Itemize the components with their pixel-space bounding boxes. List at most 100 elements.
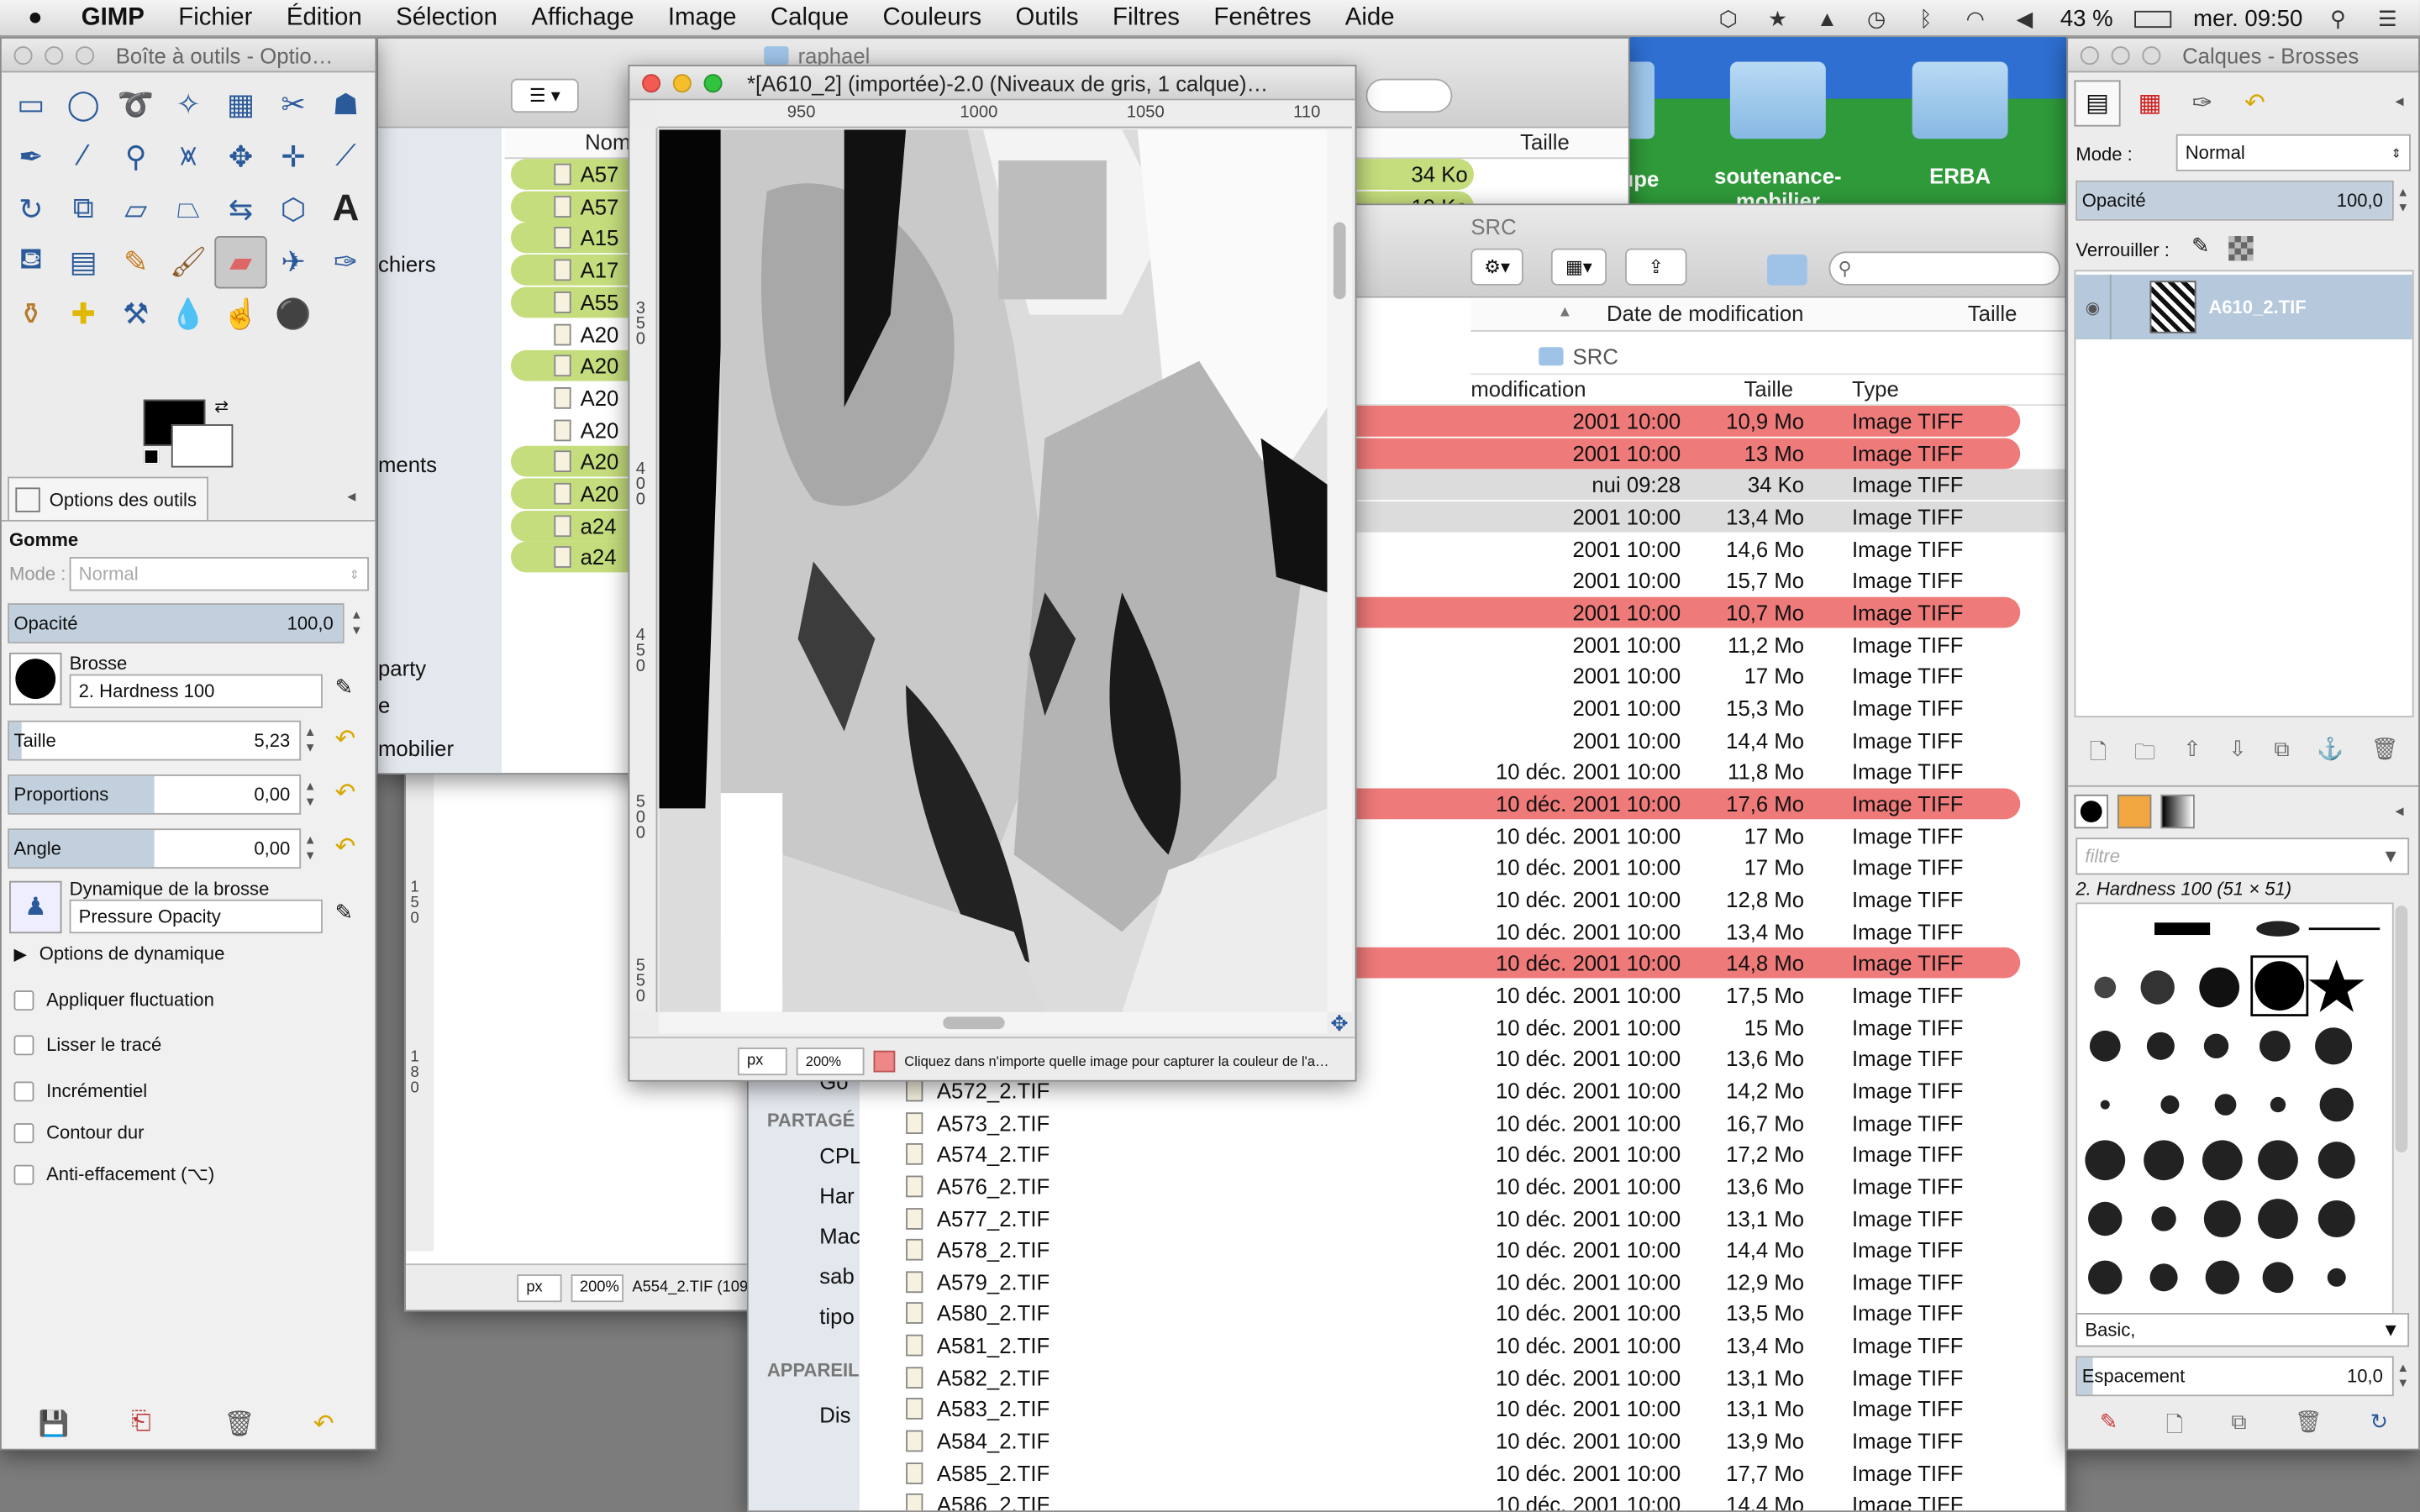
close-button[interactable] — [13, 45, 33, 65]
zoom-button[interactable] — [2142, 45, 2161, 65]
dynamics-preview[interactable]: ♟ — [9, 880, 62, 934]
tab-tool-options[interactable]: Options des outils — [8, 476, 208, 520]
reset-angle-icon[interactable]: ↶ — [335, 832, 356, 863]
wifi-icon[interactable]: ◠ — [1961, 5, 1989, 30]
move-icon[interactable]: ✥ — [214, 131, 266, 183]
action-button[interactable]: ⚙▾ — [1470, 248, 1523, 286]
time-machine-icon[interactable]: ◷ — [1863, 5, 1891, 30]
heal-icon[interactable]: ✚ — [57, 288, 109, 340]
airbrush-icon[interactable]: ✈ — [267, 236, 319, 288]
menu-aide[interactable]: Aide — [1328, 4, 1412, 32]
titlebar[interactable]: Calques - Brosses — [2068, 38, 2419, 73]
zoom-button[interactable] — [75, 45, 95, 65]
angle-spinner[interactable]: ▲ ▼ — [301, 828, 319, 869]
table-row[interactable]: A573_2.TIF 10 déc. 2001 10:00 16,7 Mo Image… — [860, 1107, 2065, 1138]
table-row[interactable]: A586_2.TIF 10 déc. 2001 10:00 14,4 Mo Image… — [860, 1489, 2065, 1511]
checkbox-smooth[interactable]: Lisser le tracé — [13, 1034, 161, 1055]
perspective-clone-icon[interactable]: ⚒ — [109, 288, 161, 340]
fuzzy-select-icon[interactable]: ✧ — [162, 79, 214, 131]
menu-image[interactable]: Image — [651, 4, 754, 32]
scale-icon[interactable]: ⧉ — [57, 184, 109, 236]
smudge-icon[interactable]: ☝ — [214, 288, 266, 340]
spacing-slider[interactable]: Espacement 10,0 — [2075, 1356, 2394, 1397]
menu-calque[interactable]: Calque — [754, 4, 866, 32]
layer-opacity-spinner[interactable]: ▲ ▼ — [2394, 181, 2412, 221]
edit-brush-icon[interactable]: ✎ — [2100, 1409, 2118, 1442]
clock[interactable]: mer. 09:50 — [2193, 5, 2302, 31]
tab-channels[interactable]: ▦ — [2127, 81, 2173, 127]
edit-brush-icon[interactable]: ✎ — [335, 675, 354, 701]
dodge-burn-icon[interactable]: ⚫ — [267, 288, 319, 340]
text-icon[interactable]: A — [319, 184, 371, 236]
minimize-button[interactable] — [45, 45, 64, 65]
menu-outils[interactable]: Outils — [998, 4, 1096, 32]
table-row[interactable]: A578_2.TIF 10 déc. 2001 10:00 14,4 Mo Image… — [860, 1235, 2065, 1266]
close-button[interactable] — [642, 73, 661, 92]
mode-select[interactable]: Normal ⇕ — [69, 557, 369, 591]
reset-aspect-icon[interactable]: ↶ — [335, 778, 356, 809]
paintbrush-icon[interactable]: 🖌 — [162, 236, 214, 288]
duplicate-layer-icon[interactable]: ⧉ — [2274, 736, 2289, 769]
bucket-fill-icon[interactable]: ⛾ — [5, 236, 57, 288]
menu-fichier[interactable]: Fichier — [161, 4, 270, 32]
table-row[interactable]: A583_2.TIF 10 déc. 2001 10:00 13,1 Mo Image… — [860, 1394, 2065, 1425]
brush-filter-input[interactable]: filtre ▼ — [2075, 837, 2410, 875]
search-input[interactable] — [1365, 78, 1453, 113]
restore-options-icon[interactable]: ⎗ — [131, 1409, 151, 1436]
perspective-icon[interactable]: ⏢ — [162, 184, 214, 236]
lock-alpha-icon[interactable] — [2228, 236, 2254, 261]
opacity-slider[interactable]: Opacité 100,0 — [8, 603, 345, 643]
visibility-eye-icon[interactable]: ◉ — [2075, 297, 2109, 317]
checkbox-incremental[interactable]: Incrémentiel — [13, 1080, 147, 1101]
panel-menu-icon[interactable]: ◂ — [2396, 91, 2404, 111]
tab-gradients[interactable] — [2160, 794, 2195, 829]
brush-grid[interactable] — [2075, 902, 2394, 1338]
reset-options-icon[interactable]: ↶ — [313, 1409, 334, 1440]
battery-icon[interactable] — [2134, 9, 2172, 28]
unit-select[interactable]: px — [517, 1273, 561, 1302]
opacity-spinner[interactable]: ▲ ▼ — [347, 603, 366, 643]
spacing-spinner[interactable]: ▲ ▼ — [2394, 1356, 2412, 1396]
duplicate-brush-icon[interactable]: ⧉ — [2231, 1409, 2246, 1442]
new-layer-icon[interactable]: 🗋 — [2090, 736, 2107, 769]
table-row[interactable]: A576_2.TIF 10 déc. 2001 10:00 13,6 Mo Image… — [860, 1171, 2065, 1202]
table-row[interactable]: A577_2.TIF 10 déc. 2001 10:00 13,1 Mo Image… — [860, 1203, 2065, 1234]
angle-slider[interactable]: Angle 0,00 — [8, 828, 302, 869]
dynamics-options-expander[interactable]: ▶ Options de dynamique — [14, 942, 225, 964]
checkbox-hard-edge[interactable]: Contour dur — [13, 1121, 145, 1143]
zoom-button[interactable] — [703, 73, 723, 92]
zoom-field[interactable]: 200% — [796, 1047, 865, 1075]
new-brush-icon[interactable]: 🗋 — [2166, 1409, 2184, 1442]
table-row[interactable]: A582_2.TIF 10 déc. 2001 10:00 13,1 Mo Image… — [860, 1362, 2065, 1393]
apple-menu-icon[interactable]: ● — [0, 4, 65, 32]
menu-fenetres[interactable]: Fenêtres — [1197, 4, 1328, 32]
blur-icon[interactable]: 💧 — [162, 288, 214, 340]
menu-edition[interactable]: Édition — [270, 4, 379, 32]
titlebar[interactable]: *[A610_2] (importée)-2.0 (Niveaux de gri… — [629, 66, 1355, 101]
notification-center-icon[interactable]: ☰ — [2374, 5, 2402, 30]
tab-undo[interactable]: ↶ — [2232, 81, 2278, 127]
search-input[interactable]: ⚲ — [1828, 251, 2060, 286]
close-button[interactable] — [2080, 45, 2099, 65]
gimp-image-window[interactable]: *[A610_2] (importée)-2.0 (Niveaux de gri… — [628, 65, 1357, 1082]
scissors-icon[interactable]: ✂ — [267, 79, 319, 131]
column-header[interactable]: ▲ Date de modification Taille — [1470, 297, 2065, 332]
scroll-thumb[interactable] — [1333, 222, 1346, 300]
eraser-icon[interactable]: ▰ — [214, 236, 267, 289]
paths-icon[interactable]: ✒ — [5, 131, 57, 183]
swap-colors-icon[interactable]: ⇄ — [214, 396, 229, 417]
horizontal-scrollbar[interactable] — [659, 1011, 1328, 1034]
menu-filtres[interactable]: Filtres — [1096, 4, 1197, 32]
gimp-toolbox-window[interactable]: Boîte à outils - Optio… ▭ ◯ ➰ ✧ ▦ ✂ ☗ ✒ … — [0, 37, 377, 1451]
navigate-icon[interactable]: ✥ — [1330, 1011, 1349, 1037]
delete-layer-icon[interactable]: 🗑 — [2371, 736, 2399, 769]
rect-select-icon[interactable]: ▭ — [5, 79, 57, 131]
default-colors-icon[interactable] — [143, 449, 160, 465]
cage-icon[interactable]: ⬡ — [267, 184, 319, 236]
size-spinner[interactable]: ▲ ▼ — [301, 721, 319, 761]
brush-preview[interactable] — [9, 652, 62, 706]
clone-icon[interactable]: ⚱ — [5, 288, 57, 340]
anchor-layer-icon[interactable]: ⚓ — [2317, 736, 2344, 769]
pencil-icon[interactable]: ✎ — [109, 236, 161, 288]
dropbox-icon[interactable]: ⬡ — [1714, 5, 1742, 30]
